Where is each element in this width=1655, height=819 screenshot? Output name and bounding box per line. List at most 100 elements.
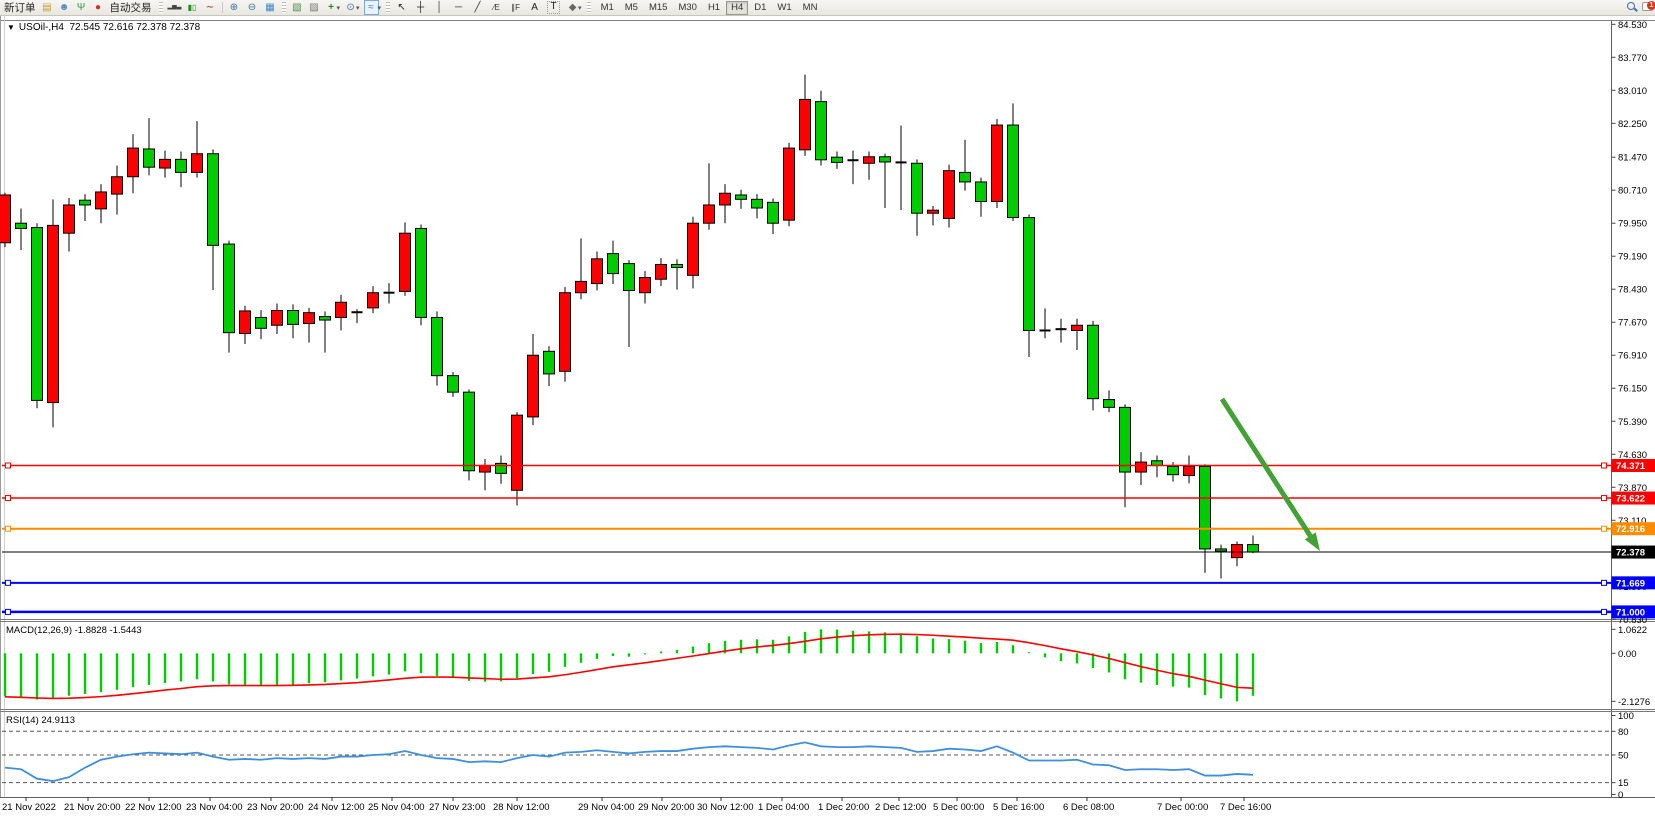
candle-body	[144, 149, 155, 167]
candle-body	[48, 225, 59, 402]
tile-windows-icon[interactable]: ▦	[264, 1, 277, 14]
candle-body	[816, 102, 827, 160]
new-order-button[interactable]: 新订单	[2, 1, 38, 14]
candle-body	[560, 293, 571, 372]
templates-icon[interactable]: ≈	[364, 0, 379, 15]
candle-body	[976, 182, 987, 202]
line-anchor[interactable]	[6, 609, 11, 614]
candle-body	[576, 281, 587, 292]
macd-tick-label: -2.1276	[1618, 697, 1650, 708]
channel-icon[interactable]: ∥F	[509, 1, 522, 14]
signals-icon[interactable]: Ψ	[75, 1, 88, 14]
candle-body	[208, 154, 219, 246]
time-tick-label: 21 Nov 2022	[2, 802, 56, 813]
chevron-down-icon[interactable]: ▾	[578, 4, 582, 12]
candle-body	[416, 228, 427, 317]
candle-body	[1184, 466, 1195, 475]
timeframe-button-h4[interactable]: H4	[726, 1, 748, 15]
indicator-window-icon[interactable]: ▧	[291, 1, 304, 14]
candle-body	[1248, 545, 1259, 552]
candle-doji	[384, 292, 395, 294]
zoom-in-icon[interactable]: ⊕	[228, 1, 241, 14]
timeframe-button-w1[interactable]: W1	[772, 1, 796, 15]
time-tick-label: 2 Dec 12:00	[875, 802, 926, 813]
candle-body	[288, 311, 299, 325]
zoom-out-icon[interactable]: ⊖	[246, 1, 259, 14]
horizontal-line-icon[interactable]: ─	[452, 1, 465, 14]
timeframe-button-m5[interactable]: M5	[620, 1, 643, 15]
fibonacci-icon[interactable]: ⁄E	[490, 1, 503, 14]
chevron-down-icon[interactable]: ▾	[337, 4, 341, 12]
chart-canvas[interactable]: 84.53083.77083.01082.25081.47080.71079.9…	[0, 15, 1655, 819]
time-tick-label: 7 Dec 00:00	[1157, 802, 1208, 813]
crosshair-icon[interactable]: ┼	[414, 1, 427, 14]
timeframe-button-mn[interactable]: MN	[798, 1, 823, 15]
candle-body	[752, 199, 763, 208]
line-anchor[interactable]	[1602, 580, 1607, 585]
trend-arrow[interactable]	[1222, 399, 1310, 536]
price-tick-label: 78.430	[1618, 285, 1647, 296]
line-anchor[interactable]	[1602, 496, 1607, 501]
text-icon[interactable]: A	[528, 1, 541, 14]
candle-body	[1072, 325, 1083, 330]
level-price-label: 71.000	[1616, 607, 1645, 618]
candle-body	[16, 223, 27, 228]
chart-ohlc-quote: 72.545 72.616 72.378 72.378	[70, 22, 201, 33]
line-anchor[interactable]	[6, 526, 11, 531]
candle-body	[528, 355, 539, 417]
line-anchor[interactable]	[1602, 609, 1607, 614]
time-tick-label: 6 Dec 08:00	[1063, 802, 1114, 813]
trendline-icon[interactable]: ╱	[471, 1, 484, 14]
time-tick-label: 7 Dec 16:00	[1220, 802, 1271, 813]
candle-body	[96, 192, 107, 209]
macd-tick-label: 0.00	[1618, 649, 1637, 660]
auto-trading-button[interactable]: 自动交易	[108, 1, 154, 14]
cursor-icon[interactable]: ↖	[395, 1, 408, 14]
chart-window[interactable]: 84.53083.77083.01082.25081.47080.71079.9…	[0, 15, 1655, 819]
price-tick-label: 75.390	[1618, 417, 1647, 428]
timeframe-button-d1[interactable]: D1	[749, 1, 771, 15]
toolbar-grip	[159, 2, 163, 13]
chevron-down-icon[interactable]: ▾	[356, 4, 360, 12]
candle-body	[704, 205, 715, 223]
candle-body	[304, 313, 315, 324]
candle-body	[960, 172, 971, 182]
candle-body	[1120, 407, 1131, 472]
search-icon[interactable]	[1625, 1, 1638, 14]
level-price-label: 73.622	[1616, 494, 1645, 505]
timeframe-button-h1[interactable]: H1	[703, 1, 725, 15]
candle-body	[640, 277, 651, 292]
line-anchor[interactable]	[1602, 526, 1607, 531]
bar-chart-icon[interactable]: ▂▅▃	[168, 1, 181, 14]
chevron-down-icon[interactable]: ▾	[378, 4, 382, 12]
line-anchor[interactable]	[6, 496, 11, 501]
time-tick-label: 30 Nov 12:00	[697, 802, 754, 813]
notification-icon[interactable]: 1	[1641, 1, 1655, 14]
autotrade-icon[interactable]: ●	[92, 1, 105, 14]
timeframe-button-m30[interactable]: M30	[673, 1, 701, 15]
chart-menu-icon[interactable]: ▼	[7, 23, 15, 32]
timeframe-button-m15[interactable]: M15	[644, 1, 672, 15]
price-tick-label: 76.150	[1618, 384, 1647, 395]
price-tick-label: 79.950	[1618, 219, 1647, 230]
line-chart-icon[interactable]: ∼	[204, 1, 217, 14]
profile-icon[interactable]: ☻	[58, 1, 71, 14]
label-icon[interactable]: T	[547, 1, 560, 14]
candle-body	[240, 311, 251, 334]
candle-body	[464, 392, 475, 471]
line-anchor[interactable]	[6, 580, 11, 585]
top-toolbar: 新订单 ▤☻Ψ● 自动交易 ▂▅▃▮▯∼ ⊕⊖▦ ▧▨+▾⊙▾≈▾ ↖┼│─╱⁄…	[0, 0, 1655, 16]
candle-body	[1088, 325, 1099, 398]
timeframe-button-m1[interactable]: M1	[596, 1, 619, 15]
vertical-line-icon[interactable]: │	[433, 1, 446, 14]
candlestick-icon[interactable]: ▮▯	[186, 1, 199, 14]
line-anchor[interactable]	[6, 463, 11, 468]
objects-window-icon[interactable]: ▨	[308, 1, 321, 14]
orders-icon[interactable]: ▤	[41, 1, 54, 14]
time-tick-label: 28 Nov 12:00	[493, 802, 550, 813]
candle-body	[1024, 218, 1035, 331]
candle-body	[1216, 549, 1227, 551]
line-anchor[interactable]	[1602, 463, 1607, 468]
price-tick-label: 84.530	[1618, 20, 1647, 31]
candle-doji	[848, 159, 859, 161]
